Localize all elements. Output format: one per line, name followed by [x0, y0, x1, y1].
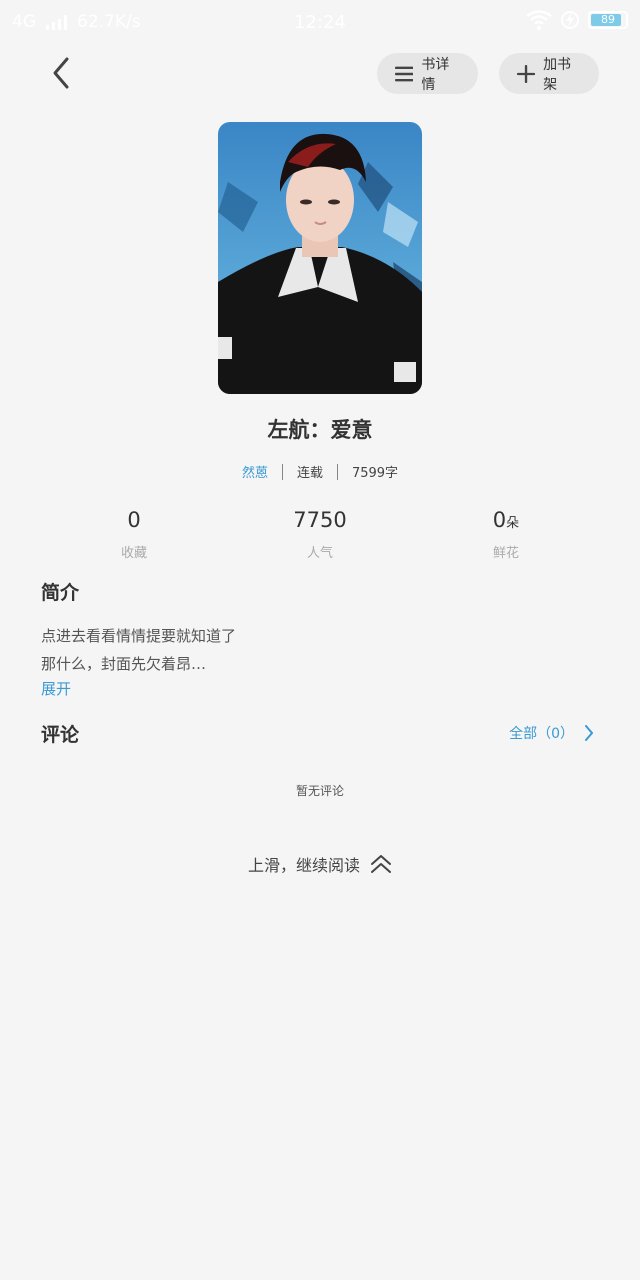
empty-comments-text: 暂无评论 [295, 784, 344, 798]
word-count: 7599字 [351, 466, 399, 481]
continue-reading[interactable]: 上滑，继续阅读 [0, 852, 640, 876]
flowers-label: 鲜花 [492, 546, 519, 561]
popularity-label: 人气 [306, 546, 333, 561]
chevron-left-icon [53, 57, 69, 89]
battery-level: 89 [601, 13, 615, 26]
book-detail-label: 书详情 [421, 56, 450, 93]
continue-reading-label: 上滑，继续阅读 [247, 856, 360, 875]
book-title: 左航：爱意 [267, 418, 373, 442]
battery-icon: 89 [588, 11, 628, 29]
plus-icon [517, 64, 536, 83]
favorites-count: 0 [127, 508, 141, 532]
popularity-count: 7750 [293, 508, 347, 532]
intro-line: 点进去看看情情提要就知道了 [41, 627, 237, 645]
wifi-icon [526, 10, 552, 30]
status-bar: 4G 62.7K/s 12:24 89 [0, 0, 640, 44]
stat-favorites: 0 收藏 [74, 506, 194, 561]
status-right: 89 [526, 10, 628, 30]
all-comments-label: 全部（0） [509, 726, 574, 742]
flowers-count: 0 [492, 508, 507, 532]
comments-heading: 评论 [41, 724, 80, 746]
author-link[interactable]: 然蒽 [242, 462, 268, 481]
stat-popularity: 7750 人气 [260, 506, 380, 561]
expand-link[interactable]: 展开 [41, 678, 71, 699]
book-detail-button[interactable]: 书详情 [377, 53, 478, 94]
meta-divider [336, 463, 338, 480]
serial-status: 连载 [296, 466, 323, 481]
intro-text: 点进去看看情情提要就知道了 那什么，封面先欠着昂… [41, 622, 236, 678]
add-to-shelf-button[interactable]: 加书架 [499, 53, 599, 94]
stats-row: 0 收藏 7750 人气 0朵 鲜花 [0, 506, 640, 561]
favorites-label: 收藏 [120, 546, 147, 561]
double-chevron-up-icon [371, 855, 391, 873]
book-cover[interactable] [218, 122, 422, 394]
menu-icon [395, 66, 414, 81]
cover-image [218, 122, 422, 394]
book-meta: 然蒽 连载 7599字 [0, 462, 640, 481]
intro-line: 那什么，封面先欠着昂… [41, 655, 207, 673]
all-comments-link[interactable]: 全部（0） [509, 723, 594, 743]
flowers-unit: 朵 [506, 516, 520, 531]
meta-divider [281, 463, 283, 480]
add-to-shelf-label: 加书架 [543, 56, 572, 93]
charging-icon [561, 11, 579, 29]
chevron-right-icon [585, 725, 594, 741]
back-button[interactable] [40, 52, 84, 96]
stat-flowers: 0朵 鲜花 [446, 506, 566, 561]
intro-heading: 简介 [41, 582, 80, 604]
